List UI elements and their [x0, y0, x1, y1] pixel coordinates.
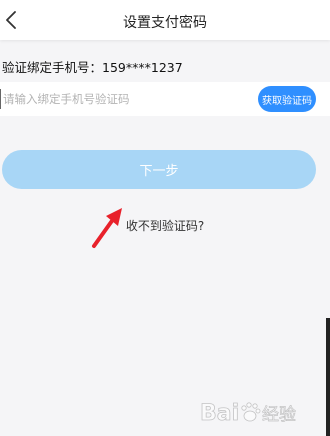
get-code-button[interactable]: 获取验证码 — [258, 86, 316, 112]
no-code-link[interactable]: 收不到验证码? — [0, 217, 330, 234]
bound-phone-info: 验证绑定手机号：159****1237 — [2, 57, 183, 76]
title-bar: 设置支付密码 — [0, 0, 330, 40]
baidu-jingyan-watermark: Bai 经验 — [200, 401, 297, 427]
svg-text:经验: 经验 — [262, 405, 296, 425]
svg-text:Bai: Bai — [200, 401, 239, 426]
phone-number: 159****1237 — [102, 60, 183, 75]
phone-label: 验证绑定手机号： — [2, 60, 103, 75]
verification-code-row: 获取验证码 — [0, 82, 330, 116]
scrollbar[interactable] — [326, 318, 330, 436]
next-step-button[interactable]: 下一步 — [2, 150, 316, 189]
red-arrow-annotation — [92, 208, 122, 248]
verification-code-input[interactable] — [0, 89, 250, 109]
page-title: 设置支付密码 — [123, 15, 207, 31]
